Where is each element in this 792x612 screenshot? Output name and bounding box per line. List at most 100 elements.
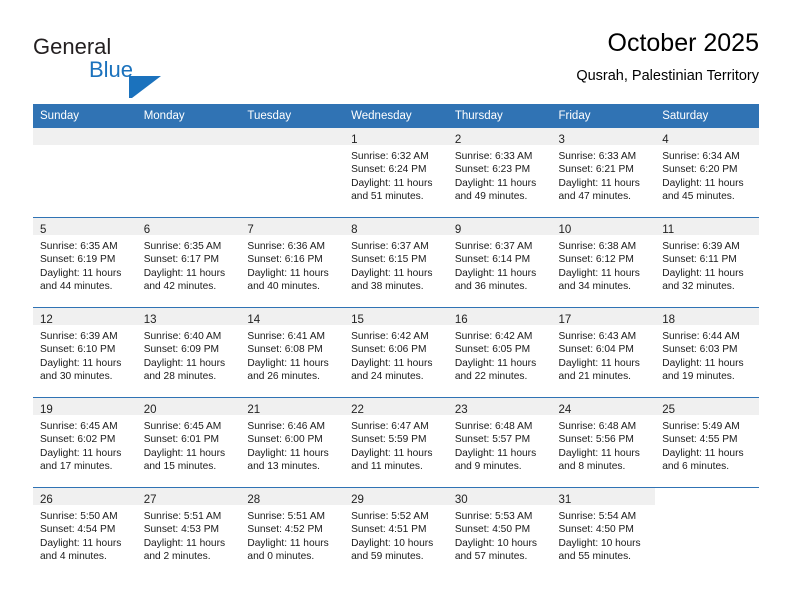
calendar-day-cell[interactable]: 16 Sunrise: 6:42 AM Sunset: 6:05 PM Dayligh… — [447, 307, 552, 398]
calendar-day-cell[interactable]: 17 Sunrise: 6:43 AM Sunset: 6:04 PM Dayligh… — [551, 307, 656, 398]
calendar-day-cell[interactable]: 26 Sunrise: 5:50 AM Sunset: 4:54 PM Dayligh… — [33, 487, 137, 577]
calendar-day-cell[interactable]: 20 Sunrise: 6:45 AM Sunset: 6:01 PM Dayligh… — [136, 397, 241, 488]
sunrise-time: Sunrise: 6:47 AM — [351, 421, 429, 432]
day-number-band: 17 — [551, 308, 656, 326]
day-detail-block — [655, 505, 759, 510]
calendar-day-cell[interactable]: 21 Sunrise: 6:46 AM Sunset: 6:00 PM Dayligh… — [240, 397, 345, 488]
daylight-duration-line2: and 42 minutes. — [143, 280, 217, 292]
day-number-band: 30 — [447, 488, 552, 506]
location-subtitle: Qusrah, Palestinian Territory — [576, 68, 759, 84]
calendar-day-cell[interactable]: 15 Sunrise: 6:42 AM Sunset: 6:06 PM Dayligh… — [344, 307, 448, 398]
day-number-band: 18 — [655, 308, 759, 326]
sunset-time: Sunset: 6:19 PM — [40, 254, 116, 266]
sunset-time: Sunset: 6:08 PM — [247, 344, 323, 356]
sunrise-time: Sunrise: 6:33 AM — [454, 151, 533, 162]
calendar-day-cell[interactable]: 27 Sunrise: 5:51 AM Sunset: 4:53 PM Dayligh… — [136, 487, 241, 577]
calendar-day-cell[interactable] — [655, 487, 759, 577]
day-number-band: 28 — [240, 488, 345, 506]
daylight-duration-line2: and 59 minutes. — [351, 550, 424, 562]
calendar-day-cell[interactable]: 1 Sunrise: 6:32 AM Sunset: 6:24 PM Daylight… — [344, 128, 448, 218]
sunrise-time: Sunrise: 6:33 AM — [558, 151, 637, 162]
sunrise-time: Sunrise: 6:45 AM — [143, 421, 222, 432]
calendar-day-cell[interactable]: 10 Sunrise: 6:38 AM Sunset: 6:12 PM Dayligh… — [551, 217, 656, 308]
daylight-duration-line1: Daylight: 11 hours — [351, 357, 433, 369]
daylight-duration-line1: Daylight: 11 hours — [143, 537, 226, 549]
daylight-duration-line1: Daylight: 11 hours — [40, 267, 122, 279]
sunset-time: Sunset: 6:21 PM — [558, 164, 634, 176]
calendar-day-cell[interactable]: 31 Sunrise: 5:54 AM Sunset: 4:50 PM Dayligh… — [551, 487, 656, 577]
day-number: 11 — [662, 224, 675, 236]
day-number: 14 — [247, 314, 261, 326]
sunset-time: Sunset: 5:57 PM — [454, 434, 531, 446]
sunrise-time: Sunrise: 6:32 AM — [351, 151, 429, 162]
calendar-day-cell[interactable]: 28 Sunrise: 5:51 AM Sunset: 4:52 PM Dayligh… — [240, 487, 345, 577]
sunrise-time: Sunrise: 5:49 AM — [662, 421, 740, 432]
day-detail-block: Sunrise: 6:36 AM Sunset: 6:16 PM Daylight:… — [240, 235, 344, 293]
sunrise-time: Sunrise: 6:35 AM — [40, 241, 118, 252]
calendar-day-cell[interactable] — [136, 128, 241, 218]
weekday-header-thursday: Thursday — [447, 104, 552, 128]
sunrise-time: Sunrise: 6:39 AM — [40, 331, 118, 342]
day-number: 9 — [454, 224, 462, 236]
calendar-day-cell[interactable]: 25 Sunrise: 5:49 AM Sunset: 4:55 PM Dayligh… — [655, 397, 759, 488]
calendar-day-cell[interactable]: 2 Sunrise: 6:33 AM Sunset: 6:23 PM Daylight… — [447, 128, 552, 218]
daylight-duration-line1: Daylight: 11 hours — [454, 447, 537, 459]
daylight-duration-line2: and 57 minutes. — [454, 550, 528, 562]
sunrise-time: Sunrise: 6:42 AM — [351, 331, 429, 342]
calendar-day-cell[interactable]: 3 Sunrise: 6:33 AM Sunset: 6:21 PM Daylight… — [551, 128, 656, 218]
day-number-band: 27 — [136, 488, 241, 506]
day-detail-block: Sunrise: 5:50 AM Sunset: 4:54 PM Daylight:… — [33, 505, 137, 563]
calendar-day-cell[interactable]: 8 Sunrise: 6:37 AM Sunset: 6:15 PM Daylight… — [344, 217, 448, 308]
calendar-week-row: 5 Sunrise: 6:35 AM Sunset: 6:19 PM Daylight… — [33, 217, 759, 308]
day-detail-block — [137, 145, 241, 150]
day-number-band: 2 — [447, 128, 552, 146]
daylight-duration-line1: Daylight: 11 hours — [40, 537, 122, 549]
day-number-band: 5 — [33, 218, 137, 236]
day-number-band: 24 — [551, 398, 656, 416]
calendar-day-cell[interactable]: 18 Sunrise: 6:44 AM Sunset: 6:03 PM Dayligh… — [655, 307, 759, 398]
sunset-time: Sunset: 6:23 PM — [454, 164, 531, 176]
day-number: 19 — [40, 404, 53, 416]
day-detail-block: Sunrise: 6:32 AM Sunset: 6:24 PM Daylight:… — [344, 145, 448, 203]
sunset-time: Sunset: 5:59 PM — [351, 434, 427, 446]
calendar-day-cell[interactable]: 7 Sunrise: 6:36 AM Sunset: 6:16 PM Daylight… — [240, 217, 345, 308]
day-number-band: 14 — [240, 308, 345, 326]
day-detail-block: Sunrise: 6:37 AM Sunset: 6:15 PM Daylight:… — [344, 235, 448, 293]
daylight-duration-line1: Daylight: 11 hours — [40, 447, 122, 459]
sunrise-time: Sunrise: 6:39 AM — [662, 241, 740, 252]
calendar-day-cell[interactable]: 23 Sunrise: 6:48 AM Sunset: 5:57 PM Dayligh… — [447, 397, 552, 488]
calendar-day-cell[interactable]: 9 Sunrise: 6:37 AM Sunset: 6:14 PM Daylight… — [447, 217, 552, 308]
calendar-day-cell[interactable]: 6 Sunrise: 6:35 AM Sunset: 6:17 PM Daylight… — [136, 217, 241, 308]
calendar-day-cell[interactable]: 14 Sunrise: 6:41 AM Sunset: 6:08 PM Dayligh… — [240, 307, 345, 398]
daylight-duration-line2: and 17 minutes. — [40, 460, 113, 472]
sunset-time: Sunset: 4:55 PM — [662, 434, 738, 446]
calendar-day-cell[interactable]: 30 Sunrise: 5:53 AM Sunset: 4:50 PM Dayligh… — [447, 487, 552, 577]
calendar-day-cell[interactable]: 29 Sunrise: 5:52 AM Sunset: 4:51 PM Dayligh… — [344, 487, 448, 577]
calendar-day-cell[interactable]: 13 Sunrise: 6:40 AM Sunset: 6:09 PM Dayligh… — [136, 307, 241, 398]
day-number: 3 — [558, 134, 565, 146]
calendar-day-cell[interactable]: 11 Sunrise: 6:39 AM Sunset: 6:11 PM Dayligh… — [655, 217, 759, 308]
calendar-day-cell[interactable]: 24 Sunrise: 6:48 AM Sunset: 5:56 PM Dayligh… — [551, 397, 656, 488]
day-number: 12 — [40, 314, 53, 326]
day-number-band: 6 — [136, 218, 241, 236]
calendar-day-cell[interactable]: 12 Sunrise: 6:39 AM Sunset: 6:10 PM Dayligh… — [33, 307, 137, 398]
calendar-day-cell[interactable]: 4 Sunrise: 6:34 AM Sunset: 6:20 PM Daylight… — [655, 128, 759, 218]
day-detail-block: Sunrise: 6:38 AM Sunset: 6:12 PM Daylight:… — [552, 235, 656, 293]
sunset-time: Sunset: 6:15 PM — [351, 254, 427, 266]
day-number: 15 — [351, 314, 364, 326]
day-detail-block: Sunrise: 5:54 AM Sunset: 4:50 PM Daylight:… — [552, 505, 656, 563]
daylight-duration-line1: Daylight: 11 hours — [662, 267, 744, 279]
calendar-day-cell[interactable] — [240, 128, 345, 218]
daylight-duration-line2: and 2 minutes. — [143, 550, 211, 562]
day-number: 4 — [662, 134, 669, 146]
calendar-day-cell[interactable]: 19 Sunrise: 6:45 AM Sunset: 6:02 PM Dayligh… — [33, 397, 137, 488]
sunset-time: Sunset: 6:14 PM — [454, 254, 531, 266]
calendar-day-cell[interactable] — [33, 128, 137, 218]
calendar-day-cell[interactable]: 22 Sunrise: 6:47 AM Sunset: 5:59 PM Dayligh… — [344, 397, 448, 488]
brand-logo[interactable]: General Blue — [33, 34, 213, 98]
day-number-band: 23 — [447, 398, 552, 416]
day-detail-block: Sunrise: 5:49 AM Sunset: 4:55 PM Daylight:… — [655, 415, 759, 473]
day-detail-block: Sunrise: 6:46 AM Sunset: 6:00 PM Daylight:… — [240, 415, 344, 473]
calendar-day-cell[interactable]: 5 Sunrise: 6:35 AM Sunset: 6:19 PM Daylight… — [33, 217, 137, 308]
title-block: October 2025 Qusrah, Palestinian Territo… — [576, 28, 759, 85]
